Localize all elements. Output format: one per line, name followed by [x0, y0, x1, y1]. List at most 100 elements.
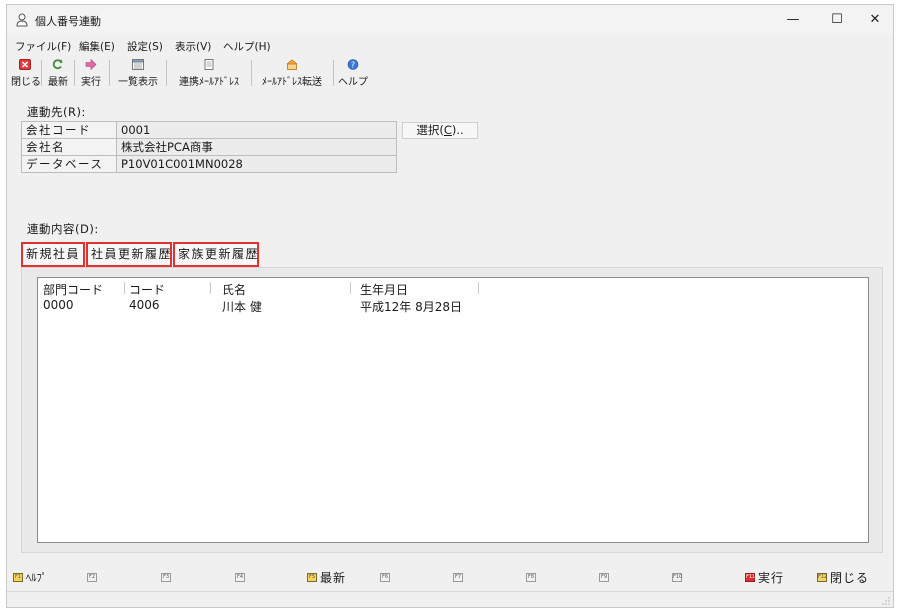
fkey-badge: F6: [380, 572, 390, 582]
column-divider[interactable]: [478, 282, 479, 294]
column-divider[interactable]: [124, 282, 125, 294]
fkey-f3[interactable]: F3: [161, 568, 171, 586]
toolbar-list-button[interactable]: 一覧表示: [113, 57, 163, 89]
toolbar-separator: [109, 60, 110, 86]
function-key-bar: F1 ﾍﾙﾌﾟ F2 F3 F4 F5 最新 F6 F7 F8 F9 F10 F11…: [7, 568, 893, 588]
title-bar: 個人番号連動 — ☐ ✕: [7, 5, 893, 35]
select-button-accesskey: C: [443, 123, 452, 137]
fkey-badge: F3: [161, 572, 171, 582]
company-code-key: 会社コード: [21, 121, 117, 139]
window-title: 個人番号連動: [35, 15, 101, 28]
minimize-button[interactable]: —: [771, 5, 815, 35]
column-header-department-code[interactable]: 部門コード: [43, 281, 103, 298]
database-key: データベース: [21, 155, 117, 173]
fkey-badge: F8: [526, 572, 536, 582]
menu-file[interactable]: ファイル(F): [15, 39, 71, 54]
app-window: 個人番号連動 — ☐ ✕ ファイル(F) 編集(E) 設定(S) 表示(V) ヘ…: [6, 4, 894, 608]
cell-department-code[interactable]: 0000: [43, 298, 74, 312]
employee-list[interactable]: 部門コード コード 氏名 生年月日 0000 4006 川本 健 平成12年 8…: [37, 277, 869, 543]
fkey-badge: F10: [672, 572, 683, 582]
column-header-code[interactable]: コード: [129, 281, 165, 298]
fkey-label: 最新: [320, 570, 347, 585]
fkey-f5-refresh[interactable]: F5 最新: [307, 568, 346, 586]
toolbar: 閉じる 最新 実行 一覧表示 連携ﾒｰﾙｱﾄﾞﾚｽ ﾒｰﾙｱﾄﾞﾚｽ転送 ? ヘ…: [7, 57, 893, 91]
fkey-f6[interactable]: F6: [380, 568, 390, 586]
tab-employee-history[interactable]: 社員更新履歴: [86, 242, 172, 267]
company-name-value: 株式会社PCA商事: [116, 138, 397, 156]
select-button-label-end: )..: [451, 123, 464, 137]
destination-table: 会社コード 0001 会社名 株式会社PCA商事 データベース P10V01C0…: [21, 121, 397, 173]
fkey-f9[interactable]: F9: [599, 568, 609, 586]
toolbar-separator: [41, 60, 42, 86]
table-row: データベース P10V01C001MN0028: [21, 155, 397, 173]
toolbar-linked-address-label: 連携ﾒｰﾙｱﾄﾞﾚｽ: [179, 77, 239, 88]
resize-grip-icon[interactable]: [882, 597, 890, 605]
toolbar-close-label: 閉じる: [11, 77, 41, 88]
help-icon: ?: [347, 59, 359, 70]
list-view-icon: [132, 59, 144, 70]
fkey-badge: F11: [745, 572, 756, 582]
toolbar-linked-address-button[interactable]: 連携ﾒｰﾙｱﾄﾞﾚｽ: [169, 57, 249, 89]
toolbar-close-button[interactable]: 閉じる: [11, 57, 41, 89]
fkey-label: 閉じる: [830, 570, 870, 585]
fkey-badge: F1: [13, 572, 23, 582]
fkey-f4[interactable]: F4: [235, 568, 245, 586]
cell-birthdate[interactable]: 平成12年 8月28日: [360, 298, 462, 315]
destination-section-label: 連動先(R):: [27, 105, 86, 119]
menu-edit[interactable]: 編集(E): [79, 39, 115, 54]
column-divider[interactable]: [350, 282, 351, 294]
fkey-label: ﾍﾙﾌﾟ: [26, 571, 47, 584]
cell-name[interactable]: 川本 健: [222, 298, 262, 315]
toolbar-list-label: 一覧表示: [118, 77, 158, 88]
toolbar-address-transfer-button[interactable]: ﾒｰﾙｱﾄﾞﾚｽ転送: [253, 57, 331, 89]
close-window-button[interactable]: ✕: [853, 5, 893, 35]
fkey-label: 実行: [758, 570, 785, 585]
column-header-birthdate[interactable]: 生年月日: [360, 281, 408, 298]
tab-new-employee[interactable]: 新規社員: [21, 242, 85, 267]
table-row: 会社コード 0001: [21, 121, 397, 139]
menu-settings[interactable]: 設定(S): [127, 39, 163, 54]
fkey-f1-help[interactable]: F1 ﾍﾙﾌﾟ: [13, 568, 47, 586]
fkey-f2[interactable]: F2: [87, 568, 97, 586]
cell-code[interactable]: 4006: [129, 298, 160, 312]
close-icon: [19, 59, 31, 70]
arrow-right-icon: [85, 59, 97, 70]
address-book-icon: [204, 59, 214, 70]
fkey-f12-close[interactable]: F12 閉じる: [817, 568, 869, 586]
person-icon: [16, 13, 28, 27]
toolbar-help-label: ヘルプ: [338, 77, 368, 88]
toolbar-help-button[interactable]: ? ヘルプ: [336, 57, 370, 89]
toolbar-separator: [251, 60, 252, 86]
tab-family-history[interactable]: 家族更新履歴: [173, 242, 259, 267]
column-divider[interactable]: [210, 282, 211, 294]
refresh-icon: [52, 59, 63, 70]
fkey-badge: F4: [235, 572, 245, 582]
mail-transfer-icon: [286, 59, 298, 70]
fkey-badge: F5: [307, 572, 317, 582]
fkey-f11-execute[interactable]: F11 実行: [745, 568, 784, 586]
database-value: P10V01C001MN0028: [116, 155, 397, 173]
toolbar-separator: [74, 60, 75, 86]
toolbar-address-transfer-label: ﾒｰﾙｱﾄﾞﾚｽ転送: [262, 77, 322, 88]
menu-help[interactable]: ヘルプ(H): [223, 39, 271, 54]
company-code-value: 0001: [116, 121, 397, 139]
select-button[interactable]: 選択(C)..: [402, 122, 478, 139]
content-section-label: 連動内容(D):: [27, 222, 99, 236]
fkey-badge: F12: [817, 572, 828, 582]
column-header-name[interactable]: 氏名: [222, 281, 246, 298]
toolbar-refresh-button[interactable]: 最新: [44, 57, 72, 89]
company-name-key: 会社名: [21, 138, 117, 156]
toolbar-refresh-label: 最新: [48, 77, 68, 88]
toolbar-execute-button[interactable]: 実行: [77, 57, 105, 89]
toolbar-separator: [166, 60, 167, 86]
menu-view[interactable]: 表示(V): [175, 39, 211, 54]
fkey-f10[interactable]: F10: [672, 568, 682, 586]
fkey-badge: F9: [599, 572, 609, 582]
toolbar-execute-label: 実行: [81, 77, 101, 88]
svg-text:?: ?: [351, 60, 355, 69]
select-button-label-start: 選択(: [416, 123, 444, 137]
fkey-f7[interactable]: F7: [453, 568, 463, 586]
fkey-badge: F2: [87, 572, 97, 582]
table-row: 会社名 株式会社PCA商事: [21, 138, 397, 156]
fkey-f8[interactable]: F8: [526, 568, 536, 586]
